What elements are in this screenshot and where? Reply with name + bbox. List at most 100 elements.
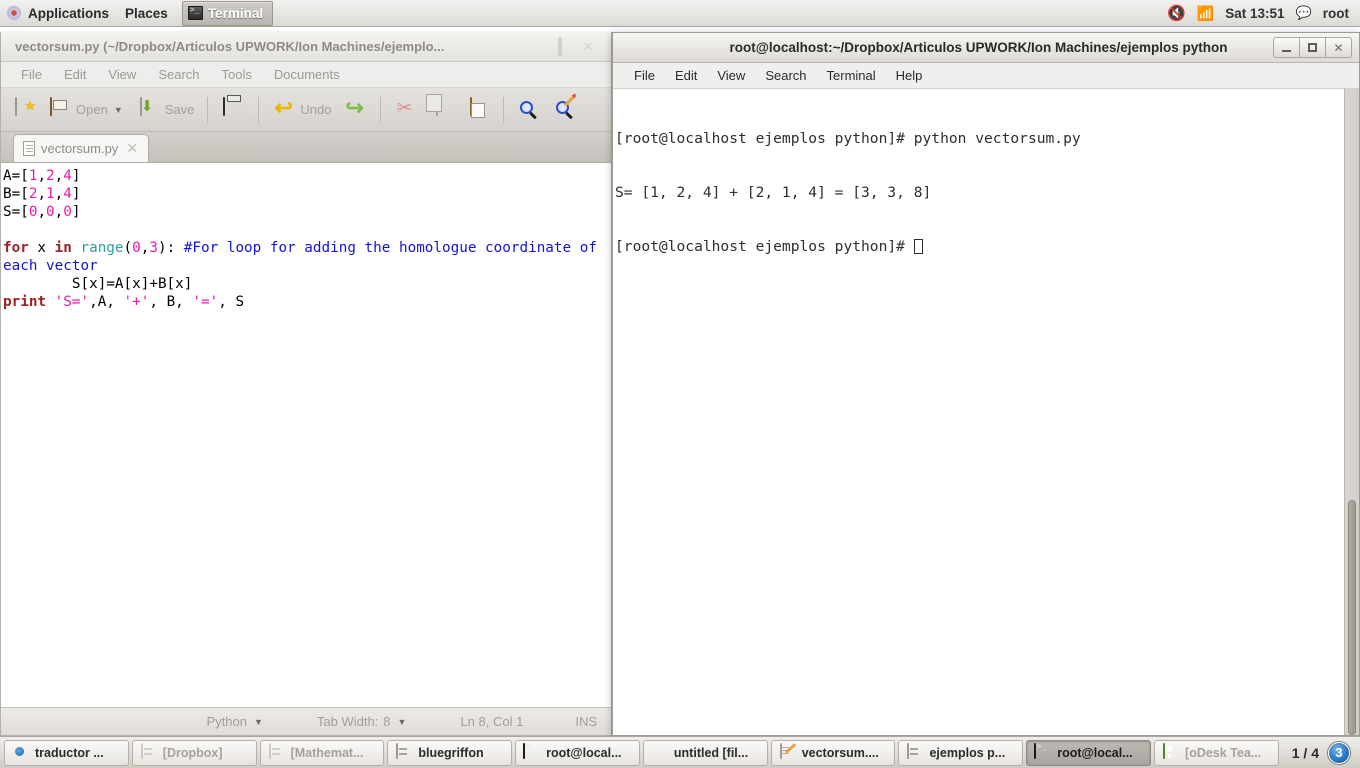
- save-button[interactable]: Save: [132, 92, 200, 128]
- code-line: for x in range(0,3): #For loop for addin…: [3, 239, 605, 275]
- code-token: 0: [63, 204, 72, 220]
- copy-icon: [430, 98, 454, 122]
- code-token: '=': [192, 294, 218, 310]
- code-token: ,A,: [89, 294, 123, 310]
- terminal-body[interactable]: [root@localhost ejemplos python]# python…: [613, 89, 1359, 735]
- code-token: ]: [72, 186, 81, 202]
- tab-label: vectorsum.py: [41, 141, 118, 156]
- terminal-icon: [188, 6, 203, 20]
- gedit-tab-strip: vectorsum.py ✕: [1, 132, 611, 163]
- places-menu[interactable]: Places: [119, 0, 178, 26]
- volume-muted-icon[interactable]: 🔇: [1167, 4, 1186, 22]
- menu-file[interactable]: File: [10, 64, 53, 85]
- workspace-switcher[interactable]: 1 / 4 3: [1282, 742, 1356, 764]
- copy-button[interactable]: [425, 92, 459, 128]
- notification-badge[interactable]: 3: [1328, 742, 1350, 764]
- print-button[interactable]: [216, 92, 250, 128]
- code-token: B=[: [3, 186, 29, 202]
- taskbar-item-label: [oDesk Tea...: [1185, 746, 1261, 760]
- gedit-window-controls: ✕: [525, 40, 611, 54]
- code-token: ]: [72, 204, 81, 220]
- taskbar-item[interactable]: bluegriffon: [387, 740, 512, 766]
- gedit-icon: [779, 744, 796, 761]
- taskbar-item[interactable]: [Mathemat...: [260, 740, 385, 766]
- menu-terminal[interactable]: Terminal: [817, 65, 886, 86]
- code-token: ):: [158, 240, 184, 256]
- new-document-button[interactable]: [7, 92, 41, 128]
- paste-clipboard-icon: [466, 98, 490, 122]
- maximize-button[interactable]: [1299, 37, 1326, 58]
- close-icon[interactable]: ✕: [126, 140, 138, 157]
- menu-view[interactable]: View: [707, 65, 755, 86]
- taskbar: traductor ...[Dropbox][Mathemat... bluegr…: [0, 736, 1360, 768]
- code-line: A=[1,2,4]: [3, 167, 605, 185]
- taskbar-item[interactable]: ejemplos p...: [898, 740, 1023, 766]
- find-magnifier-icon: [517, 98, 541, 122]
- chevron-down-icon[interactable]: ▼: [112, 105, 125, 115]
- code-token: '+': [124, 294, 150, 310]
- menu-edit[interactable]: Edit: [53, 64, 97, 85]
- wifi-icon[interactable]: 📶: [1197, 5, 1214, 22]
- redo-button[interactable]: [338, 92, 372, 128]
- scrollbar-thumb[interactable]: [1348, 500, 1356, 735]
- code-token: ,: [37, 168, 46, 184]
- code-token: A=[: [3, 168, 29, 184]
- paste-button[interactable]: [461, 92, 495, 128]
- user-menu-label[interactable]: root: [1323, 6, 1349, 21]
- replace-button[interactable]: [548, 92, 582, 128]
- applications-menu[interactable]: Applications: [0, 0, 119, 26]
- close-icon[interactable]: ✕: [581, 40, 595, 54]
- undo-button[interactable]: Undo: [267, 92, 336, 128]
- minimize-button[interactable]: [525, 40, 539, 54]
- taskbar-item-label: bluegriffon: [418, 746, 483, 760]
- language-selector[interactable]: Python ▼: [180, 714, 290, 729]
- find-replace-icon: [553, 98, 577, 122]
- source-code[interactable]: A=[1,2,4]B=[2,1,4]S=[0,0,0] for x in ran…: [1, 167, 611, 311]
- cut-button[interactable]: [389, 92, 423, 128]
- drawer-icon: [140, 744, 157, 761]
- vertical-scrollbar[interactable]: [1344, 89, 1359, 735]
- gedit-titlebar[interactable]: vectorsum.py (~/Dropbox/Articulos UPWORK…: [1, 32, 611, 62]
- cursor-position: Ln 8, Col 1: [434, 714, 549, 729]
- undo-icon: [272, 98, 296, 122]
- close-icon[interactable]: ✕: [1325, 37, 1352, 58]
- taskbar-item[interactable]: traductor ...: [4, 740, 129, 766]
- tab-vectorsum-py[interactable]: vectorsum.py ✕: [13, 134, 149, 162]
- maximize-button[interactable]: [553, 40, 567, 54]
- menu-search[interactable]: Search: [755, 65, 816, 86]
- terminal-line: [root@localhost ejemplos python]# python…: [615, 130, 1344, 148]
- code-token: ,: [55, 204, 64, 220]
- gnome-foot-icon: [6, 5, 22, 21]
- open-button[interactable]: Open ▼: [43, 92, 130, 128]
- active-window-button-terminal[interactable]: Terminal: [182, 1, 273, 26]
- menu-search[interactable]: Search: [147, 64, 210, 85]
- print-icon: [221, 98, 245, 122]
- terminal-output[interactable]: [root@localhost ejemplos python]# python…: [613, 89, 1344, 735]
- taskbar-item[interactable]: root@local...: [515, 740, 640, 766]
- menu-file[interactable]: File: [624, 65, 665, 86]
- menu-help[interactable]: Help: [886, 65, 933, 86]
- clock[interactable]: Sat 13:51: [1225, 6, 1284, 21]
- code-token: x: [29, 240, 55, 256]
- chat-bubble-icon[interactable]: 💬: [1296, 5, 1312, 21]
- taskbar-item[interactable]: vectorsum....: [771, 740, 896, 766]
- code-token: 4: [63, 168, 72, 184]
- code-editor-area[interactable]: A=[1,2,4]B=[2,1,4]S=[0,0,0] for x in ran…: [1, 163, 611, 707]
- find-button[interactable]: [512, 92, 546, 128]
- menu-tools[interactable]: Tools: [211, 64, 263, 85]
- terminal-titlebar[interactable]: root@localhost:~/Dropbox/Articulos UPWOR…: [613, 33, 1359, 63]
- places-menu-label: Places: [125, 6, 168, 21]
- code-token: 0: [46, 204, 55, 220]
- minimize-button[interactable]: [1273, 37, 1300, 58]
- terminal-window: root@localhost:~/Dropbox/Articulos UPWOR…: [612, 32, 1360, 736]
- taskbar-item[interactable]: [Dropbox]: [132, 740, 257, 766]
- menu-view[interactable]: View: [97, 64, 147, 85]
- menu-documents[interactable]: Documents: [263, 64, 351, 85]
- menu-edit[interactable]: Edit: [665, 65, 707, 86]
- taskbar-item[interactable]: root@local...: [1026, 740, 1151, 766]
- tab-width-selector[interactable]: Tab Width: 8 ▼: [291, 714, 435, 729]
- code-token: [46, 294, 55, 310]
- drawer-icon: [268, 744, 285, 761]
- taskbar-item[interactable]: untitled [fil...: [643, 740, 768, 766]
- taskbar-item[interactable]: [oDesk Tea...: [1154, 740, 1279, 766]
